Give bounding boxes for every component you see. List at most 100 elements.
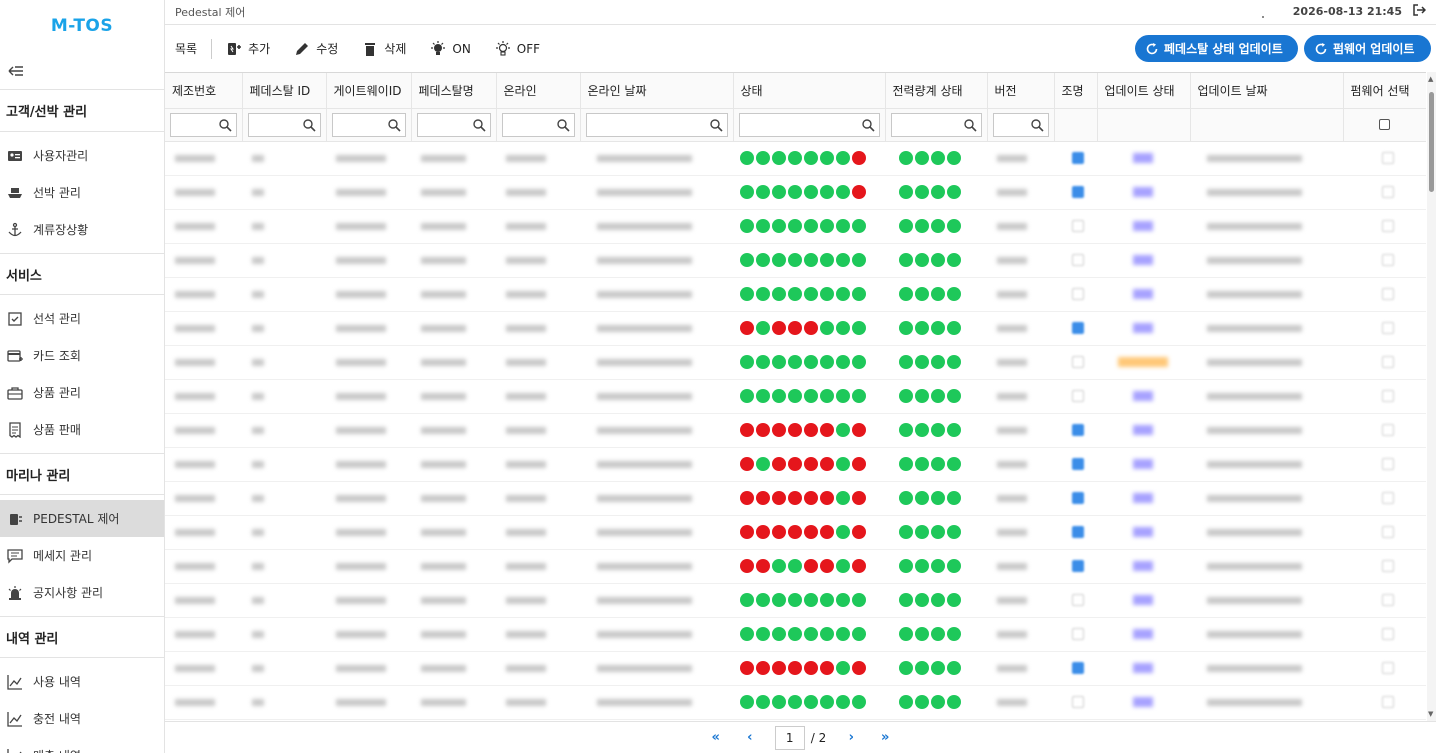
column-header[interactable]: 제조번호 bbox=[165, 73, 243, 109]
table-row[interactable] bbox=[165, 413, 1426, 448]
sidebar-item[interactable]: 공지사항 관리 bbox=[0, 574, 164, 611]
table-row[interactable] bbox=[165, 311, 1426, 346]
table-row[interactable] bbox=[165, 243, 1426, 278]
lamp-checkbox[interactable] bbox=[1072, 220, 1084, 232]
collapse-sidebar-icon[interactable] bbox=[0, 52, 164, 90]
table-row[interactable] bbox=[165, 447, 1426, 482]
firmware-select-checkbox[interactable] bbox=[1382, 254, 1394, 266]
firmware-select-checkbox[interactable] bbox=[1382, 662, 1394, 674]
firmware-select-checkbox[interactable] bbox=[1382, 526, 1394, 538]
lamp-checkbox[interactable] bbox=[1072, 526, 1084, 538]
pedestal-status-update-button[interactable]: 페데스탈 상태 업데이트 bbox=[1135, 35, 1298, 62]
table-row[interactable] bbox=[165, 379, 1426, 414]
table-row[interactable] bbox=[165, 141, 1426, 176]
firmware-select-checkbox[interactable] bbox=[1382, 458, 1394, 470]
list-button[interactable]: 목록 bbox=[175, 40, 197, 57]
column-header[interactable]: 온라인 날짜 bbox=[580, 73, 734, 109]
lamp-checkbox[interactable] bbox=[1072, 254, 1084, 266]
add-button[interactable]: 추가 bbox=[226, 40, 270, 57]
sidebar-item[interactable]: 선박 관리 bbox=[0, 174, 164, 211]
firmware-update-button[interactable]: 펌웨어 업데이트 bbox=[1304, 35, 1431, 62]
table-row[interactable] bbox=[165, 549, 1426, 584]
column-header[interactable]: 페데스탈 ID bbox=[242, 73, 327, 109]
select-all-checkbox[interactable] bbox=[1379, 119, 1390, 130]
sidebar-item[interactable]: 상품 관리 bbox=[0, 374, 164, 411]
delete-button[interactable]: 삭제 bbox=[362, 40, 406, 57]
lamp-checkbox[interactable] bbox=[1072, 594, 1084, 606]
filter-input[interactable] bbox=[331, 112, 406, 137]
column-header[interactable]: 페데스탈명 bbox=[411, 73, 497, 109]
firmware-select-checkbox[interactable] bbox=[1382, 696, 1394, 708]
table-row[interactable] bbox=[165, 345, 1426, 380]
column-header[interactable]: 업데이트 날짜 bbox=[1190, 73, 1344, 109]
first-page-icon[interactable]: « bbox=[705, 730, 727, 745]
firmware-select-checkbox[interactable] bbox=[1382, 628, 1394, 640]
sidebar-item[interactable]: 충전 내역 bbox=[0, 700, 164, 737]
sidebar-item[interactable]: 계류장상황 bbox=[0, 211, 164, 248]
table-row[interactable] bbox=[165, 481, 1426, 516]
lamp-checkbox[interactable] bbox=[1072, 390, 1084, 402]
column-header[interactable]: 펌웨어 선택 bbox=[1343, 73, 1426, 109]
firmware-select-checkbox[interactable] bbox=[1382, 424, 1394, 436]
vertical-scrollbar[interactable]: ▲ ▼ bbox=[1427, 72, 1436, 721]
scroll-down-icon[interactable]: ▼ bbox=[1428, 710, 1433, 718]
lamp-checkbox[interactable] bbox=[1072, 696, 1084, 708]
filter-input[interactable] bbox=[501, 112, 575, 137]
lamp-checkbox[interactable] bbox=[1072, 662, 1084, 674]
table-row[interactable] bbox=[165, 277, 1426, 312]
last-page-icon[interactable]: » bbox=[874, 730, 896, 745]
logout-icon[interactable] bbox=[1412, 3, 1428, 19]
lamp-checkbox[interactable] bbox=[1072, 288, 1084, 300]
firmware-select-checkbox[interactable] bbox=[1382, 356, 1394, 368]
firmware-select-checkbox[interactable] bbox=[1382, 594, 1394, 606]
filter-input[interactable] bbox=[170, 112, 237, 137]
scroll-thumb[interactable] bbox=[1429, 92, 1434, 192]
on-button[interactable]: ON bbox=[430, 40, 471, 57]
column-header[interactable]: 게이트웨이ID bbox=[326, 73, 412, 109]
column-header[interactable]: 조명 bbox=[1054, 73, 1098, 109]
column-header[interactable]: 업데이트 상태 bbox=[1097, 73, 1191, 109]
filter-input[interactable] bbox=[890, 112, 982, 137]
sidebar-item[interactable]: 선석 관리 bbox=[0, 300, 164, 337]
table-row[interactable] bbox=[165, 651, 1426, 686]
lamp-checkbox[interactable] bbox=[1072, 186, 1084, 198]
scroll-up-icon[interactable]: ▲ bbox=[1428, 75, 1433, 83]
lamp-checkbox[interactable] bbox=[1072, 356, 1084, 368]
sidebar-item[interactable]: 카드 조회 bbox=[0, 337, 164, 374]
table-row[interactable] bbox=[165, 685, 1426, 720]
column-header[interactable]: 전력량계 상태 bbox=[885, 73, 988, 109]
lamp-checkbox[interactable] bbox=[1072, 322, 1084, 334]
sidebar-item[interactable]: 매출 내역 bbox=[0, 737, 164, 753]
firmware-select-checkbox[interactable] bbox=[1382, 322, 1394, 334]
table-row[interactable] bbox=[165, 617, 1426, 652]
firmware-select-checkbox[interactable] bbox=[1382, 288, 1394, 300]
sidebar-item[interactable]: PEDESTAL 제어 bbox=[0, 500, 164, 537]
firmware-select-checkbox[interactable] bbox=[1382, 390, 1394, 402]
edit-button[interactable]: 수정 bbox=[294, 40, 338, 57]
column-header[interactable]: 상태 bbox=[733, 73, 886, 109]
lamp-checkbox[interactable] bbox=[1072, 628, 1084, 640]
lamp-checkbox[interactable] bbox=[1072, 424, 1084, 436]
lamp-checkbox[interactable] bbox=[1072, 560, 1084, 572]
lamp-checkbox[interactable] bbox=[1072, 152, 1084, 164]
off-button[interactable]: OFF bbox=[495, 40, 540, 57]
table-row[interactable] bbox=[165, 583, 1426, 618]
filter-input[interactable] bbox=[416, 112, 491, 137]
sidebar-item[interactable]: 메세지 관리 bbox=[0, 537, 164, 574]
table-row[interactable] bbox=[165, 175, 1426, 210]
table-row[interactable] bbox=[165, 209, 1426, 244]
filter-input[interactable] bbox=[585, 112, 728, 137]
firmware-select-checkbox[interactable] bbox=[1382, 186, 1394, 198]
firmware-select-checkbox[interactable] bbox=[1382, 152, 1394, 164]
firmware-select-checkbox[interactable] bbox=[1382, 492, 1394, 504]
sidebar-item[interactable]: 사용 내역 bbox=[0, 663, 164, 700]
firmware-select-checkbox[interactable] bbox=[1382, 220, 1394, 232]
sidebar-item[interactable]: 상품 판매 bbox=[0, 411, 164, 448]
filter-input[interactable] bbox=[247, 112, 321, 137]
app-logo[interactable]: M-TOS bbox=[0, 0, 164, 52]
filter-input[interactable] bbox=[738, 112, 880, 137]
prev-page-icon[interactable]: ‹ bbox=[739, 730, 761, 745]
next-page-icon[interactable]: › bbox=[840, 730, 862, 745]
lamp-checkbox[interactable] bbox=[1072, 492, 1084, 504]
table-row[interactable] bbox=[165, 515, 1426, 550]
